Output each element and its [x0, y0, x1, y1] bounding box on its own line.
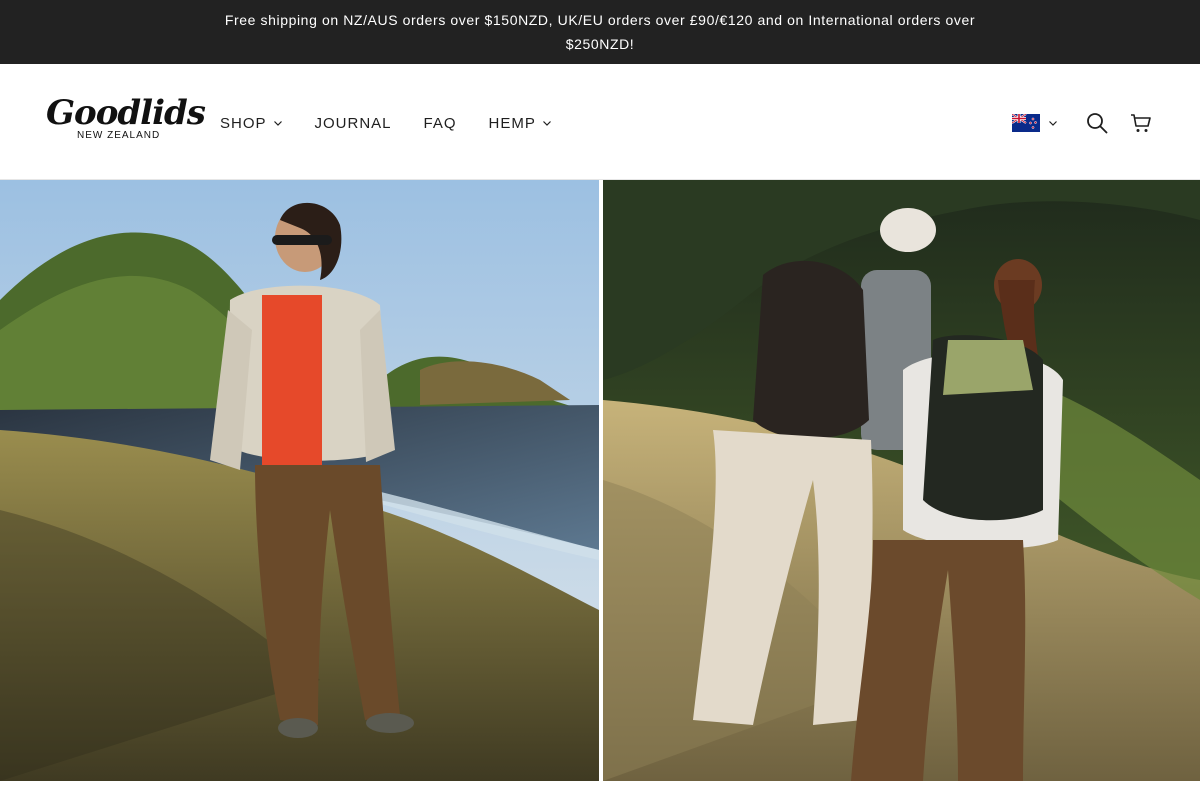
chevron-down-icon	[542, 121, 551, 126]
hero-image-left[interactable]	[0, 180, 599, 781]
announcement-text: Free shipping on NZ/AUS orders over $150…	[224, 12, 976, 52]
hero-photo-hikers	[603, 180, 1200, 781]
hero-section	[0, 180, 1200, 781]
nav-item-label: JOURNAL	[314, 114, 392, 132]
nav-item-label: HEMP	[488, 114, 536, 132]
nav-item-shop[interactable]: SHOP	[220, 111, 283, 135]
nav-item-faq[interactable]: FAQ	[424, 111, 457, 135]
nav-item-journal[interactable]: JOURNAL	[315, 111, 392, 135]
hero-image-right[interactable]	[603, 180, 1200, 781]
new-zealand-flag-icon	[1012, 114, 1040, 132]
chevron-down-icon	[273, 121, 282, 126]
country-selector[interactable]	[1012, 114, 1058, 132]
main-nav: SHOP JOURNAL FAQ HEMP	[220, 111, 584, 135]
nav-item-label: FAQ	[423, 114, 457, 132]
brand-wordmark: Goodlids	[46, 93, 206, 133]
brand-logo[interactable]: Goodlids NEW ZEALAND	[46, 93, 206, 154]
nav-item-label: SHOP	[220, 114, 267, 132]
cart-icon[interactable]	[1130, 112, 1152, 134]
chevron-down-icon	[1049, 121, 1057, 126]
header-tools	[1012, 108, 1152, 138]
search-icon[interactable]	[1086, 112, 1108, 134]
site-header: Goodlids NEW ZEALAND SHOP JOURNAL FAQ HE…	[0, 64, 1200, 180]
announcement-bar: Free shipping on NZ/AUS orders over $150…	[0, 0, 1200, 64]
nav-item-hemp[interactable]: HEMP	[489, 111, 552, 135]
hero-photo-coastal-woman	[0, 180, 599, 781]
